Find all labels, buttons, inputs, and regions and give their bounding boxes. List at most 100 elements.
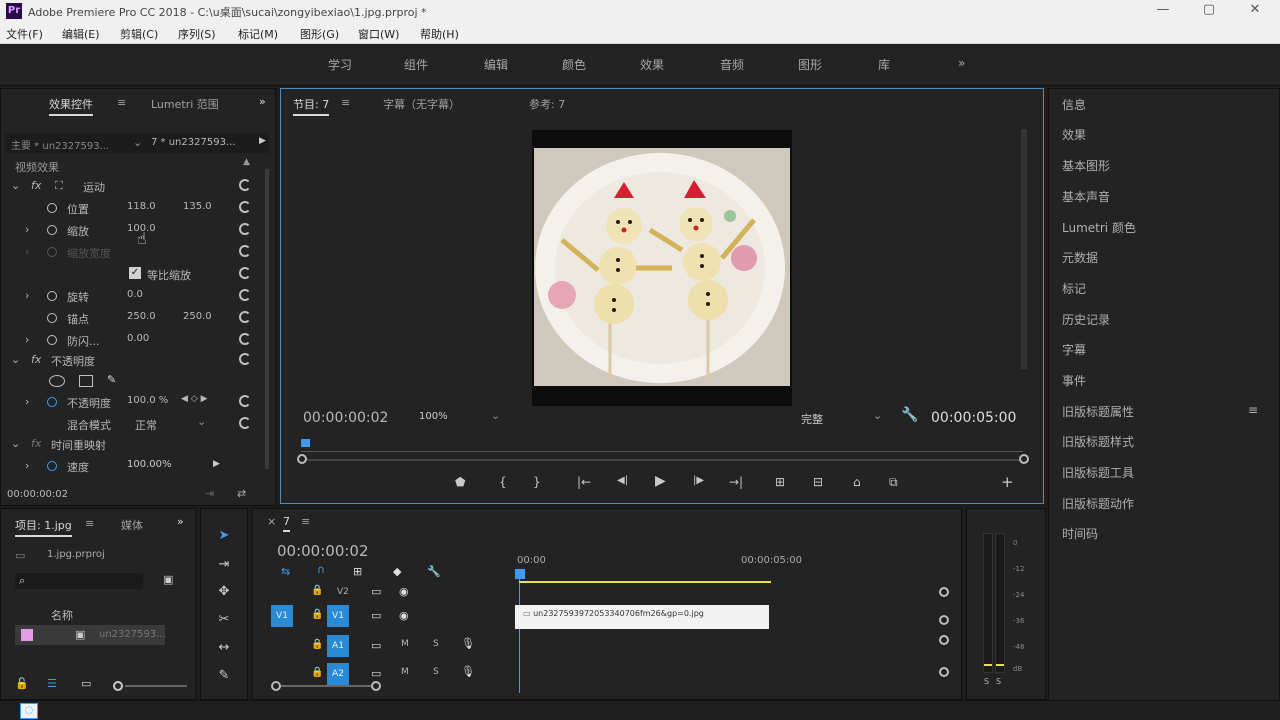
track-target-v1[interactable]: V1: [327, 605, 349, 627]
label-color-swatch[interactable]: [21, 629, 33, 641]
play-icon[interactable]: ▶: [655, 473, 666, 489]
workspace-color[interactable]: 颜色: [562, 56, 586, 73]
wrench-icon[interactable]: 🔧: [901, 407, 918, 423]
expand-time-remap-icon[interactable]: ⌄: [11, 437, 20, 450]
panel-events[interactable]: 事件: [1062, 372, 1086, 389]
reset-icon[interactable]: [239, 223, 251, 235]
menu-graphics[interactable]: 图形(G): [300, 26, 339, 42]
anchor-y-value[interactable]: 250.0: [183, 311, 212, 322]
workspace-learn[interactable]: 学习: [328, 56, 352, 73]
solo-button[interactable]: S: [433, 639, 439, 649]
tab-sequence[interactable]: 7: [283, 515, 290, 532]
video-clip[interactable]: ▭ un2327593972053340706fm26&gp=0.jpg: [515, 605, 769, 629]
step-forward-icon[interactable]: |▶: [693, 475, 704, 486]
razor-tool-icon[interactable]: ✂: [213, 612, 235, 630]
uniform-scale-checkbox[interactable]: ✓: [129, 267, 141, 279]
fx-badge[interactable]: fx: [31, 179, 41, 192]
track-target-a1[interactable]: A1: [327, 635, 349, 657]
solo-button[interactable]: S: [433, 667, 439, 677]
panel-metadata[interactable]: 元数据: [1062, 249, 1098, 266]
panel-effects[interactable]: 效果: [1062, 126, 1086, 143]
reset-icon[interactable]: [239, 245, 251, 257]
track-label-v2[interactable]: V2: [337, 587, 349, 597]
selection-tool-icon[interactable]: ➤: [213, 528, 235, 546]
close-button[interactable]: ✕: [1232, 0, 1278, 22]
collapse-up-icon[interactable]: ▲: [243, 157, 250, 167]
nest-toggle-icon[interactable]: ⇆: [281, 565, 290, 578]
workspace-effects[interactable]: 效果: [640, 56, 664, 73]
keyframe-nav-icon[interactable]: ◀ ◇ ▶: [181, 394, 208, 404]
icon-view-icon[interactable]: ▭: [81, 677, 91, 690]
toggle-output-icon[interactable]: ▭: [371, 609, 381, 622]
panel-info[interactable]: 信息: [1062, 96, 1086, 113]
stopwatch-icon[interactable]: [47, 203, 57, 213]
panel-markers[interactable]: 标记: [1062, 280, 1086, 297]
rectangle-mask-icon[interactable]: [79, 375, 93, 387]
panel-scrollbar[interactable]: [265, 169, 269, 469]
chevron-down-icon[interactable]: ⌄: [197, 415, 206, 428]
mute-button[interactable]: M: [401, 639, 409, 649]
horizontal-scroll-start[interactable]: [271, 681, 281, 691]
panel-essential-graphics[interactable]: 基本图形: [1062, 157, 1110, 174]
panel-lumetri-color[interactable]: Lumetri 颜色: [1062, 219, 1136, 236]
vertical-scroll-handle[interactable]: [939, 635, 949, 645]
workspace-libraries[interactable]: 库: [878, 56, 890, 73]
stopwatch-icon[interactable]: [47, 335, 57, 345]
stopwatch-icon[interactable]: [47, 461, 57, 471]
expand-antiflicker-icon[interactable]: ›: [25, 333, 29, 346]
tab-captions[interactable]: 字幕（无字幕）: [383, 96, 460, 112]
reset-icon[interactable]: [239, 395, 251, 407]
workspace-overflow-button[interactable]: »: [958, 56, 965, 70]
anchor-x-value[interactable]: 250.0: [127, 311, 156, 322]
timeline-playhead-timecode[interactable]: 00:00:00:02: [277, 542, 369, 560]
speed-value[interactable]: 100.00%: [127, 459, 172, 470]
solo-right-button[interactable]: S: [996, 677, 1001, 686]
blend-mode-select[interactable]: 正常: [135, 417, 157, 433]
panel-essential-sound[interactable]: 基本声音: [1062, 188, 1110, 205]
panel-captions[interactable]: 字幕: [1062, 341, 1086, 358]
solo-left-button[interactable]: S: [984, 677, 989, 686]
panel-overflow-icon[interactable]: »: [177, 515, 184, 528]
mark-out-icon[interactable]: }: [533, 475, 541, 489]
zoom-scrollbar[interactable]: [307, 459, 1019, 461]
add-marker-icon[interactable]: ⬟: [455, 475, 465, 489]
snap-icon[interactable]: ∩: [317, 563, 325, 576]
tab-program[interactable]: 节目: 7: [293, 96, 330, 116]
menu-edit[interactable]: 编辑(E): [62, 26, 100, 42]
master-clip-label[interactable]: 主要 * un2327593...: [11, 137, 109, 152]
video-frame[interactable]: [532, 130, 792, 406]
pen-mask-icon[interactable]: ✎: [107, 373, 116, 386]
workspace-graphics[interactable]: 图形: [798, 56, 822, 73]
tab-menu-icon[interactable]: ≡: [85, 517, 94, 530]
tab-media-browser[interactable]: 媒体: [121, 517, 143, 533]
lock-icon[interactable]: 🔓: [15, 677, 29, 690]
opacity-value[interactable]: 100.0 %: [127, 395, 168, 406]
ripple-edit-tool-icon[interactable]: ✥: [213, 584, 235, 602]
chevron-down-icon[interactable]: ⌄: [491, 409, 500, 422]
reset-icon[interactable]: [239, 201, 251, 213]
reset-icon[interactable]: [239, 289, 251, 301]
panel-legacy-title-actions[interactable]: 旧版标题动作: [1062, 495, 1134, 512]
reset-icon[interactable]: [239, 353, 251, 365]
button-editor-plus-icon[interactable]: +: [1001, 473, 1014, 491]
rotation-value[interactable]: 0.0: [127, 289, 143, 300]
mute-button[interactable]: M: [401, 667, 409, 677]
time-ruler[interactable]: [301, 435, 1023, 453]
chevron-down-icon[interactable]: ⌄: [873, 409, 882, 422]
chevron-down-icon[interactable]: ⌄: [133, 136, 142, 149]
playback-resolution-select[interactable]: 完整: [801, 411, 823, 427]
close-tab-icon[interactable]: ×: [267, 515, 276, 528]
menu-sequence[interactable]: 序列(S): [178, 26, 216, 42]
horizontal-scroll-end[interactable]: [371, 681, 381, 691]
position-y-value[interactable]: 135.0: [183, 201, 212, 212]
microphone-icon[interactable]: 🎙: [461, 665, 475, 678]
workspace-editing[interactable]: 编辑: [484, 56, 508, 73]
camera-icon[interactable]: ⌂: [853, 475, 861, 489]
comparison-view-icon[interactable]: ⧉: [889, 475, 898, 490]
work-area-bar[interactable]: [519, 581, 771, 583]
play-only-icon[interactable]: ▶: [259, 136, 266, 146]
monitor-scrollbar[interactable]: [1021, 129, 1027, 369]
vertical-scroll-handle[interactable]: [939, 667, 949, 677]
extract-icon[interactable]: ⊟: [813, 475, 823, 489]
status-indicator-icon[interactable]: ◌: [20, 703, 38, 719]
